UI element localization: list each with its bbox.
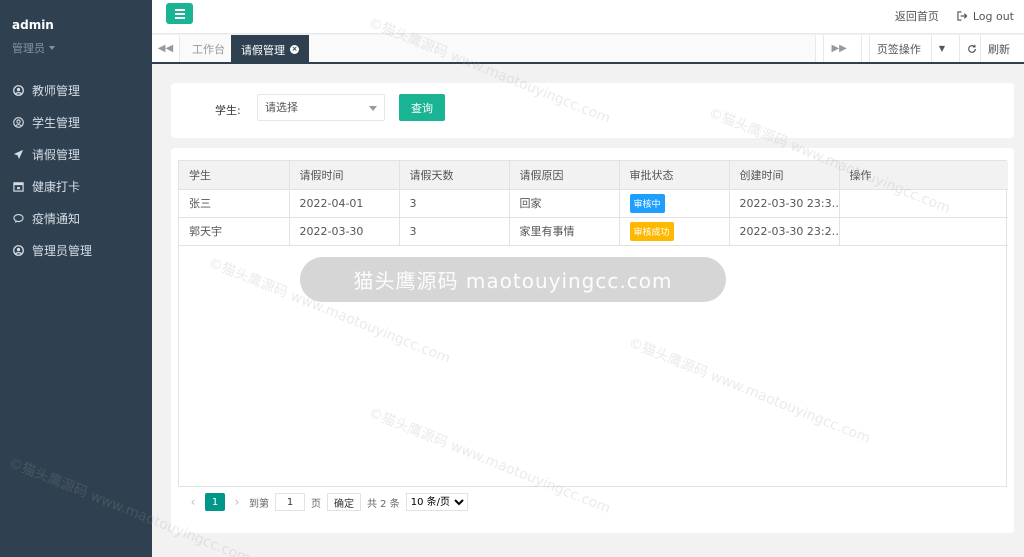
- column-header-days[interactable]: 请假天数: [399, 161, 510, 190]
- tab-leave-management[interactable]: 请假管理 ×: [231, 35, 309, 64]
- refresh-label: 刷新: [980, 35, 1017, 62]
- data-table: 学生 请假时间 请假天数 请假原因 审批状态 创建时间 操作 张三 2022-0…: [178, 160, 1008, 487]
- sign-out-icon: [957, 11, 968, 21]
- search-panel: 学生: 请选择 查询: [171, 83, 1014, 138]
- user-circle-icon: [12, 244, 24, 256]
- home-link-label: 返回首页: [894, 10, 939, 23]
- close-tab-icon[interactable]: ×: [290, 45, 299, 54]
- user-panel: admin 管理员: [0, 0, 152, 70]
- cell-leave-date: 2022-04-01: [289, 189, 400, 218]
- home-link[interactable]: 返回首页: [895, 8, 939, 24]
- cell-actions: [839, 217, 1008, 246]
- sidebar-item-admin[interactable]: 管理员管理: [0, 234, 152, 266]
- refresh-icon: [968, 44, 976, 53]
- cell-reason: 回家: [509, 189, 620, 218]
- student-select-placeholder: 请选择: [265, 101, 298, 114]
- send-icon: [12, 148, 24, 160]
- cell-status: 审核中: [619, 189, 730, 218]
- page-1-button[interactable]: 1: [205, 493, 225, 511]
- sidebar-item-label: 健康打卡: [32, 179, 81, 194]
- refresh-button[interactable]: 刷新: [959, 35, 1024, 62]
- sidebar-item-health[interactable]: 健康打卡: [0, 170, 152, 202]
- logout-label: Log out: [972, 9, 1014, 23]
- goto-page-input[interactable]: [275, 493, 305, 511]
- caret-down-icon: [49, 46, 55, 50]
- user-role-dropdown[interactable]: 管理员: [12, 40, 140, 56]
- table-row[interactable]: 张三 2022-04-01 3 回家 审核中 2022-03-30 23:3…: [179, 189, 1008, 218]
- watermark-band: 猫头鹰源码 maotouyingcc.com: [300, 257, 726, 302]
- user-role-label: 管理员: [12, 42, 45, 55]
- column-header-student[interactable]: 学生: [179, 161, 290, 190]
- tab-label: 请假管理: [241, 43, 285, 57]
- tabs-bar: ◀◀ 工作台 请假管理 × ▶▶ 页签操作 ▼ 刷新: [152, 35, 1024, 64]
- sidebar-item-label: 学生管理: [32, 115, 81, 130]
- column-header-actions: 操作: [839, 161, 1008, 190]
- sidebar-nav: 教师管理 学生管理 请假管理 健康打卡 疫情通知 管理员管理: [0, 74, 152, 266]
- sidebar-item-teacher[interactable]: 教师管理: [0, 74, 152, 106]
- sidebar-item-label: 疫情通知: [32, 211, 81, 226]
- column-header-reason[interactable]: 请假原因: [509, 161, 620, 190]
- chevron-down-icon: [369, 106, 377, 111]
- user-circle-outline-icon: [12, 116, 24, 128]
- cell-actions: [839, 189, 1008, 218]
- column-header-status[interactable]: 审批状态: [619, 161, 730, 190]
- sidebar-item-label: 教师管理: [32, 83, 81, 98]
- cell-student: 郭天宇: [179, 217, 290, 246]
- user-circle-icon: [12, 84, 24, 96]
- cell-created: 2022-03-30 23:3…: [729, 189, 840, 218]
- hamburger-icon: [174, 8, 185, 11]
- table-header-row: 学生 请假时间 请假天数 请假原因 审批状态 创建时间 操作: [179, 161, 1008, 190]
- next-page-icon[interactable]: ›: [231, 495, 243, 509]
- goto-label: 到第: [249, 498, 269, 510]
- user-name: admin: [12, 18, 54, 32]
- status-badge: 审核中: [629, 193, 665, 213]
- pagination: ‹ 1 › 到第 页 确定 共 2 条 10 条/页: [187, 493, 468, 511]
- top-bar: 返回首页 Log out: [152, 0, 1024, 34]
- page-ops-label: 页签操作: [868, 35, 928, 62]
- sidebar-item-label: 请假管理: [32, 147, 81, 162]
- double-right-icon: ▶▶: [823, 35, 853, 62]
- tab-workbench[interactable]: 工作台: [182, 35, 235, 62]
- sidebar-item-label: 管理员管理: [32, 243, 93, 258]
- sidebar-item-leave[interactable]: 请假管理: [0, 138, 152, 170]
- column-header-created[interactable]: 创建时间: [729, 161, 840, 190]
- tab-label: 工作台: [192, 42, 225, 56]
- caret-down-icon: ▼: [930, 35, 952, 62]
- column-header-leave-date[interactable]: 请假时间: [289, 161, 400, 190]
- calendar-icon: [12, 180, 24, 192]
- cell-days: 3: [399, 217, 510, 246]
- cell-created: 2022-03-30 23:2…: [729, 217, 840, 246]
- page-ops-dropdown[interactable]: 页签操作 ▼: [860, 35, 959, 62]
- total-count: 共 2 条: [367, 498, 400, 510]
- tabs-scroll-right-button[interactable]: ▶▶: [815, 35, 860, 62]
- cell-leave-date: 2022-03-30: [289, 217, 400, 246]
- sidebar-item-student[interactable]: 学生管理: [0, 106, 152, 138]
- cell-status: 审核成功: [619, 217, 730, 246]
- page-size-select[interactable]: 10 条/页: [405, 493, 468, 511]
- menu-toggle-button[interactable]: [166, 3, 193, 24]
- prev-page-icon[interactable]: ‹: [187, 495, 199, 509]
- cell-reason: 家里有事情: [509, 217, 620, 246]
- status-badge: 审核成功: [629, 221, 674, 241]
- page-unit-label: 页: [311, 498, 321, 510]
- double-left-icon: ◀◀: [157, 43, 174, 54]
- tabs-scroll-left-button[interactable]: ◀◀: [152, 35, 180, 62]
- goto-confirm-button[interactable]: 确定: [327, 493, 361, 511]
- table-row[interactable]: 郭天宇 2022-03-30 3 家里有事情 审核成功 2022-03-30 2…: [179, 217, 1008, 246]
- cell-student: 张三: [179, 189, 290, 218]
- query-button[interactable]: 查询: [399, 94, 445, 121]
- student-select[interactable]: 请选择: [257, 94, 385, 121]
- student-filter-label: 学生:: [215, 104, 241, 117]
- cell-days: 3: [399, 189, 510, 218]
- chat-icon: [12, 212, 24, 224]
- logout-link[interactable]: Log out: [957, 8, 1014, 24]
- table-panel: 学生 请假时间 请假天数 请假原因 审批状态 创建时间 操作 张三 2022-0…: [171, 148, 1014, 533]
- sidebar-item-notice[interactable]: 疫情通知: [0, 202, 152, 234]
- top-right-links: 返回首页 Log out: [895, 8, 1014, 24]
- sidebar: admin 管理员 教师管理 学生管理 请假管理 健康打卡 疫情通知 管理员管理: [0, 0, 152, 557]
- tab-tools: ▶▶ 页签操作 ▼ 刷新: [815, 35, 1024, 62]
